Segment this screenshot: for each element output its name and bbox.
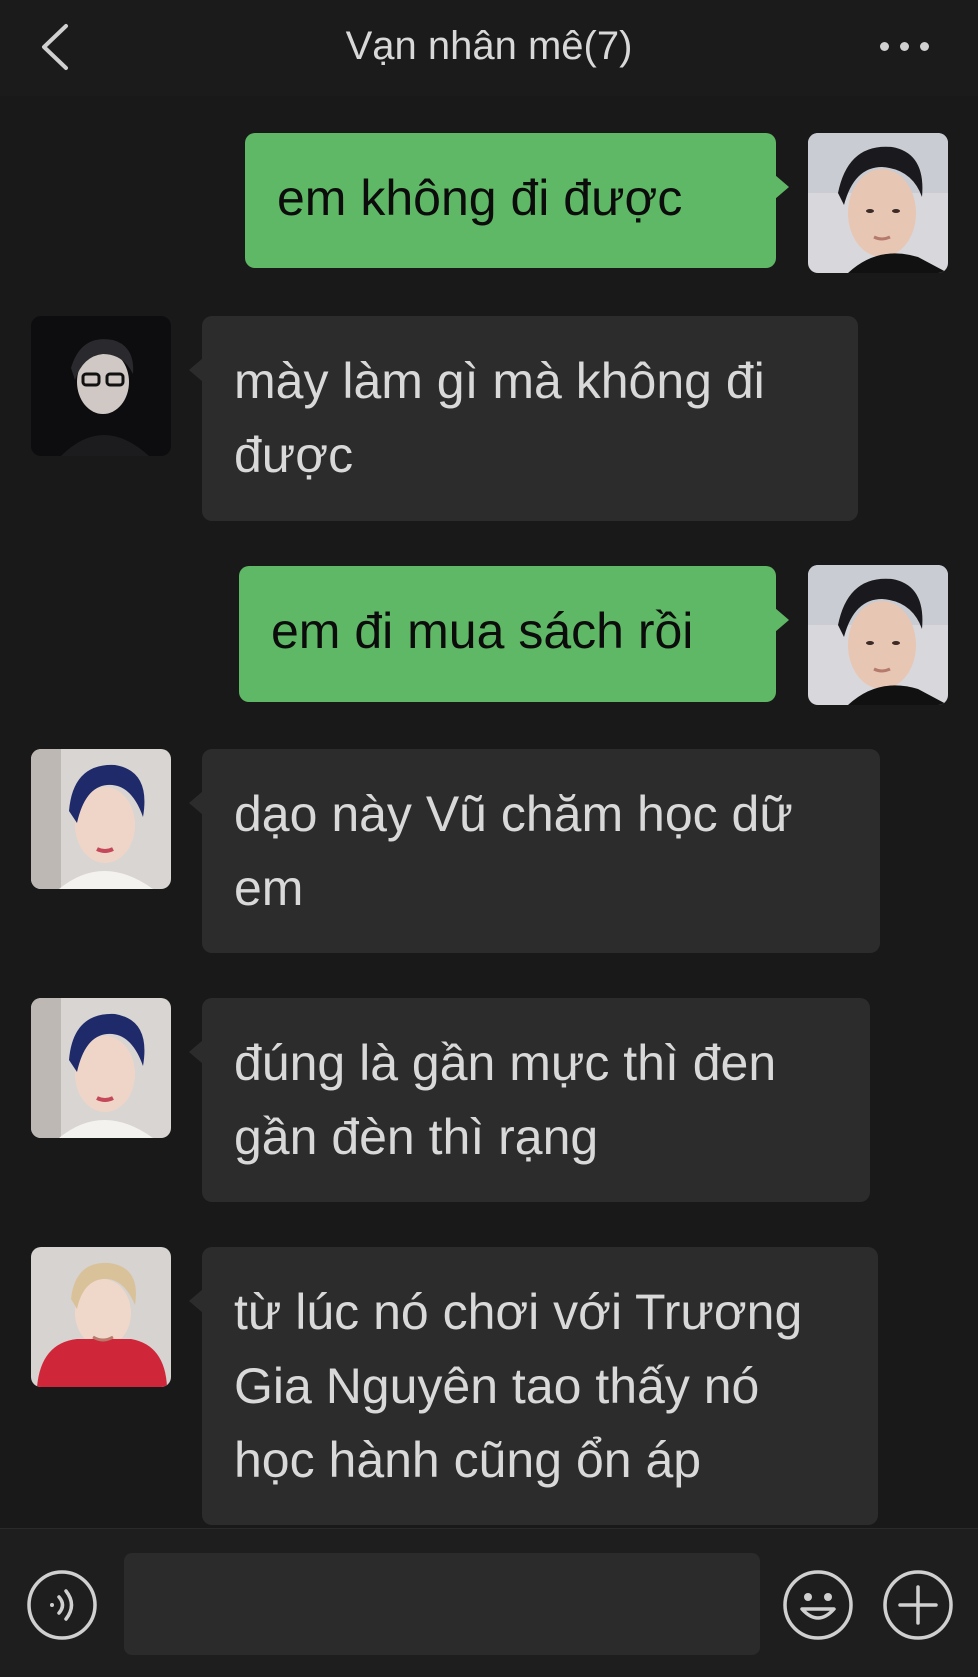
member-message-bubble[interactable]: mày làm gì mà không đi được <box>189 316 858 521</box>
my-message-bubble[interactable]: em không đi được <box>245 133 789 268</box>
message-text: em đi mua sách rồi <box>271 603 694 659</box>
message-line: học hành cũng ổn áp <box>234 1432 702 1488</box>
message-line: đúng là gần mực thì đen <box>234 1035 777 1091</box>
member-avatar-blue-hair[interactable] <box>31 998 171 1138</box>
member-message-bubble[interactable]: dạo này Vũ chăm học dữ em <box>189 749 880 953</box>
chat-header: Vạn nhân mê(7) <box>0 0 978 96</box>
chat-title: Vạn nhân mê(7) <box>345 24 633 68</box>
message-line: được <box>234 427 354 483</box>
member-avatar-glasses[interactable] <box>31 316 171 456</box>
message-line: dạo này Vũ chăm học dữ <box>234 786 793 842</box>
member-message-bubble[interactable]: đúng là gần mực thì đen gần đèn thì rạng <box>189 998 870 1202</box>
message-line: mày làm gì mà không đi <box>234 353 765 409</box>
message-text: em không đi được <box>277 170 683 226</box>
plus-icon[interactable] <box>882 1569 954 1641</box>
member-avatar-red-hoodie[interactable] <box>31 1247 171 1387</box>
self-avatar[interactable] <box>808 565 948 705</box>
emoji-icon[interactable] <box>782 1569 854 1641</box>
message-input[interactable] <box>124 1553 760 1655</box>
voice-icon[interactable] <box>26 1569 98 1641</box>
more-dots-icon[interactable] <box>878 30 932 60</box>
member-message-bubble[interactable]: từ lúc nó chơi với Trương Gia Nguyên tao… <box>189 1247 878 1525</box>
message-line: em <box>234 860 304 916</box>
chat-input-bar <box>0 1528 978 1677</box>
self-avatar[interactable] <box>808 133 948 273</box>
my-message-bubble[interactable]: em đi mua sách rồi <box>239 566 789 702</box>
message-line: Gia Nguyên tao thấy nó <box>234 1358 760 1414</box>
message-line: gần đèn thì rạng <box>234 1109 599 1165</box>
back-chevron-icon[interactable] <box>36 22 76 72</box>
message-line: từ lúc nó chơi với Trương <box>234 1284 803 1340</box>
member-avatar-blue-hair[interactable] <box>31 749 171 889</box>
